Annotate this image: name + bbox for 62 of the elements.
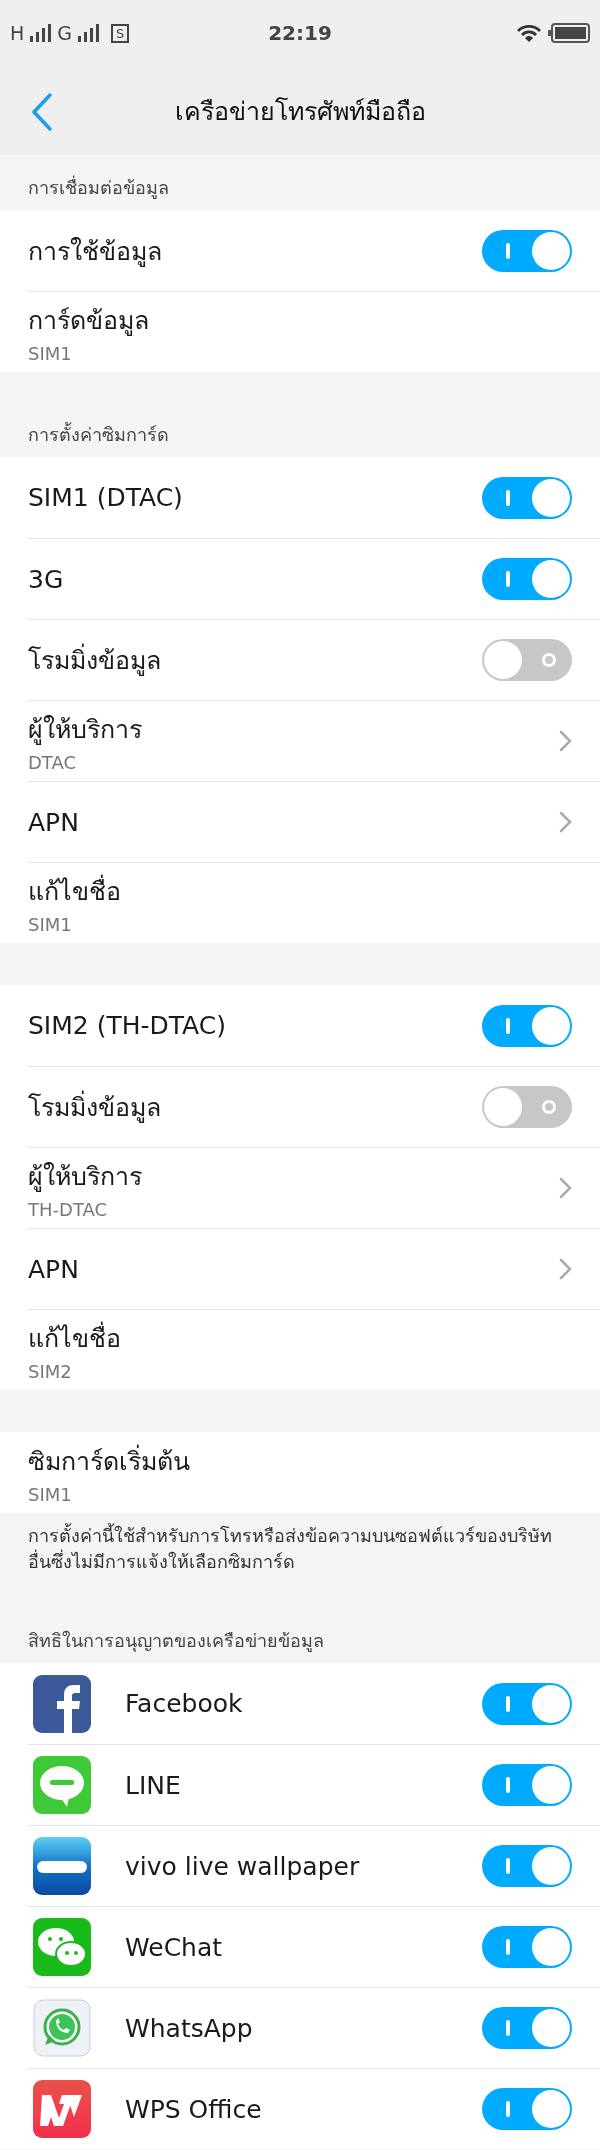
- app-name: LINE: [125, 1770, 182, 1800]
- app-icon: [33, 2080, 91, 2138]
- back-button[interactable]: [30, 92, 54, 132]
- setting-label: การ์ดข้อมูล: [28, 305, 150, 338]
- setting-label: APN: [28, 1254, 80, 1284]
- setting-label: ซิมการ์ดเริ่มต้น: [28, 1443, 191, 1478]
- toggle-switch[interactable]: [482, 558, 572, 600]
- network-type: H: [10, 22, 25, 44]
- toggle-switch[interactable]: [482, 1004, 572, 1047]
- app-icon: [33, 1674, 91, 1733]
- app-name: WhatsApp: [125, 2013, 254, 2043]
- toggle-switch[interactable]: [482, 1086, 572, 1128]
- toggle-switch[interactable]: [482, 1845, 572, 1887]
- chevron-icon: [558, 1257, 572, 1281]
- chevron-icon: [558, 729, 572, 753]
- toggle-switch[interactable]: [482, 2007, 572, 2049]
- toggle-switch[interactable]: [482, 476, 572, 519]
- screenshot-icon: S: [111, 23, 130, 43]
- setting-label: APN: [28, 807, 80, 837]
- setting-label: ผู้ให้บริการ: [28, 1161, 143, 1194]
- setting-label: ผู้ให้บริการ: [28, 714, 143, 747]
- setting-value: TH-DTAC: [28, 1199, 109, 1220]
- network-type: G: [57, 22, 73, 44]
- signal-icon: [78, 24, 100, 42]
- setting-label: แก้ไขชื่อ: [28, 1318, 572, 1358]
- setting-value: SIM1: [28, 1483, 73, 1505]
- section-header: การเชื่อมต่อข้อมูล: [28, 174, 169, 201]
- app-name: WeChat: [125, 1932, 224, 1962]
- signal-icon: [30, 24, 52, 42]
- wifi-icon: [516, 23, 542, 43]
- app-name: vivo live wallpaper: [125, 1851, 361, 1881]
- app-name: Facebook: [125, 1689, 244, 1718]
- app-icon: [33, 1999, 91, 2057]
- setting-value: SIM1: [28, 343, 73, 364]
- chevron-icon: [558, 1176, 572, 1200]
- screen-title: เครือข่ายโทรศัพท์มือถือ: [174, 95, 426, 128]
- setting-label: SIM1 (DTAC): [28, 483, 184, 512]
- toggle-switch[interactable]: [482, 1764, 572, 1806]
- section-header: สิทธิในการอนุญาตของเครือข่ายข้อมูล: [28, 1629, 324, 1654]
- battery-icon: [548, 23, 590, 43]
- toggle-switch[interactable]: [482, 639, 572, 681]
- chevron-icon: [558, 810, 572, 834]
- setting-label: โรมมิ่งข้อมูล: [28, 1087, 482, 1127]
- setting-value: SIM1: [28, 914, 73, 935]
- setting-label: 3G: [28, 564, 65, 594]
- status-time: 22:19: [268, 21, 332, 45]
- setting-label: SIM2 (TH-DTAC): [28, 1011, 227, 1040]
- toggle-switch[interactable]: [482, 1682, 572, 1725]
- toggle-switch[interactable]: [482, 2088, 572, 2130]
- app-icon: [33, 1837, 91, 1895]
- toggle-switch[interactable]: [482, 1926, 572, 1968]
- setting-label: แก้ไขชื่อ: [28, 871, 572, 911]
- toggle-switch[interactable]: [482, 229, 572, 272]
- section-header: การตั้งค่าซิมการ์ด: [28, 421, 169, 447]
- app-icon: [33, 1918, 91, 1976]
- setting-label: โรมมิ่งข้อมูล: [28, 640, 482, 680]
- note-text: การตั้งค่านี้ใช้สำหรับการโทรหรือส่งข้อความบนซอฟต์แวร์ของบริษัทอื่นซึ่งไม่มีการแจ้งให้เลือกซิมการ์ด: [27, 1522, 553, 1574]
- setting-label: การใช้ข้อมูล: [28, 235, 163, 269]
- setting-value: DTAC: [28, 752, 78, 773]
- app-icon: [33, 1756, 91, 1814]
- app-name: WPS Office: [125, 2094, 263, 2124]
- setting-value: SIM2: [28, 1361, 73, 1382]
